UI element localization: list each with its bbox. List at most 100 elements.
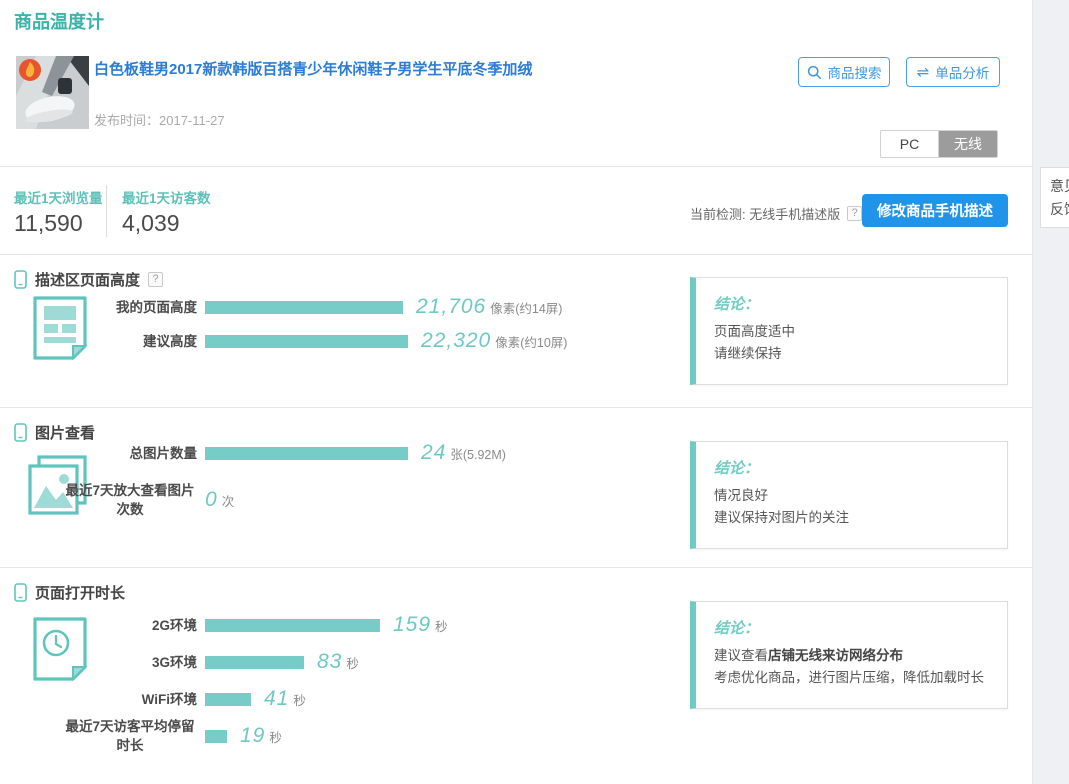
publish-label: 发布时间： [94,113,159,128]
metric-unit: 秒 [269,731,282,745]
stat-views: 最近1天浏览量 11,590 [14,187,103,237]
metric-bar [205,693,251,706]
phone-icon [14,270,27,289]
stat-divider [106,185,107,237]
conclusion-title: 结论： [714,293,989,314]
stat-visitors-label: 最近1天访客数 [122,187,211,207]
metric-unit: 秒 [435,620,448,634]
page-title: 商品温度计 [14,8,104,34]
metric-row: 总图片数量 24 张(5.92M) [0,439,660,467]
section-title: 页面打开时长 [35,582,125,603]
metric-value-group: 24 张(5.92M) [421,441,506,465]
conclusion-box: 结论： 情况良好 建议保持对图片的关注 [690,441,1008,549]
metric-label: 最近7天放大查看图片次数 [0,481,197,519]
metric-value: 21,706 [416,295,486,318]
conclusion-line: 考虑优化商品，进行图片压缩，降低加载时长 [714,667,989,689]
conclusion-line: 情况良好 [714,485,989,507]
metric-row: 建议高度 22,320 像素(约10屏) [0,327,660,355]
metric-row: 最近7天访客平均停留时长 19秒 [0,722,660,750]
exchange-arrows-icon: ⇌ [917,65,930,80]
feedback-tab-line1: 意见 [1050,175,1069,198]
metric-row: 2G环境 159 秒 [0,611,660,639]
metric-value: 83 [317,650,342,673]
conclusion-line: 请继续保持 [714,343,989,365]
help-icon[interactable]: ? [148,272,163,287]
metric-bar [205,730,227,743]
search-icon [807,65,822,80]
metric-label: 总图片数量 [0,444,197,463]
metric-unit: 秒 [346,657,359,671]
metric-label: 最近7天访客平均停留时长 [0,717,197,755]
product-thumbnail[interactable] [16,56,89,129]
metric-bar [205,335,408,348]
section-image-view: 图片查看 总图片数量 24张(5.92M) 最近7天放大查看图片次数 0次 结论… [0,407,1032,567]
conclusion-bold-text: 店铺无线来访网络分布 [768,648,903,663]
stat-views-label: 最近1天浏览量 [14,187,103,207]
metric-row: WiFi环境 41 秒 [0,685,660,713]
metric-label: 2G环境 [0,616,197,635]
metric-value-group: 22,320 像素(约10屏) [421,329,567,353]
metric-value: 19 [240,724,265,747]
metric-value-group: 19 秒 [240,724,282,748]
metric-unit: 像素(约10屏) [495,336,567,350]
publish-time: 发布时间：2017-11-27 [94,110,225,129]
metric-bar [205,619,380,632]
toggle-pc[interactable]: PC [881,131,939,157]
metric-label: WiFi环境 [0,690,197,709]
section-header: 页面打开时长 [14,582,125,603]
feedback-tab-line2: 反馈 [1050,198,1069,221]
product-search-label: 商品搜索 [828,62,882,82]
stats-row: 最近1天浏览量 11,590 最近1天访客数 4,039 当前检测: 无线手机描… [0,166,1032,254]
metric-value-group: 41 秒 [264,687,306,711]
conclusion-line: 建议查看店铺无线来访网络分布 [714,645,989,667]
conclusion-line: 页面高度适中 [714,321,989,343]
stat-visitors: 最近1天访客数 4,039 [122,187,211,237]
stat-visitors-value: 4,039 [122,210,211,237]
section-description-height: 描述区页面高度 ? 我的页面高度 21,706 像素(约14屏) 建议高度 22,… [0,254,1032,407]
metric-unit: 次 [222,495,235,509]
metric-row: 3G环境 83 秒 [0,648,660,676]
metric-value: 24 [421,441,446,464]
metric-bar [205,447,408,460]
metric-row: 我的页面高度 21,706 像素(约14屏) [0,293,660,321]
conclusion-title: 结论： [714,457,989,478]
metric-value: 0 [205,488,218,511]
metric-label: 我的页面高度 [0,298,197,317]
conclusion-title: 结论： [714,617,989,638]
product-search-button[interactable]: 商品搜索 [798,57,890,87]
metric-value: 159 [393,613,431,636]
metric-unit: 像素(约14屏) [490,302,562,316]
metric-row: 最近7天放大查看图片次数 0次 [0,486,660,514]
metric-unit: 秒 [293,694,306,708]
metric-value-group: 0次 [205,488,234,512]
metric-value: 22,320 [421,329,491,352]
metric-bar [205,301,403,314]
current-detection: 当前检测: 无线手机描述版 ? [690,204,862,223]
current-detection-label: 当前检测: 无线手机描述版 [690,204,840,223]
metric-unit: 张(5.92M) [450,448,506,462]
metric-value-group: 83 秒 [317,650,359,674]
toggle-wireless[interactable]: 无线 [939,131,997,157]
metric-value-group: 21,706 像素(约14屏) [416,295,562,319]
stat-views-value: 11,590 [14,210,103,237]
phone-icon [14,583,27,602]
single-item-analysis-button[interactable]: ⇌ 单品分析 [906,57,1000,87]
product-photo [16,56,89,129]
right-gutter [1032,0,1069,784]
conclusion-line: 建议保持对图片的关注 [714,507,989,529]
metric-label: 建议高度 [0,332,197,351]
modify-mobile-description-button[interactable]: 修改商品手机描述 [862,194,1008,227]
metric-value-group: 159 秒 [393,613,448,637]
pc-wireless-toggle: PC 无线 [880,130,998,158]
metric-bar [205,656,304,669]
section-header: 描述区页面高度 ? [14,269,163,290]
metric-label: 3G环境 [0,653,197,672]
feedback-tab[interactable]: 意见 反馈 [1040,167,1069,228]
help-icon[interactable]: ? [847,206,862,221]
conclusion-box: 结论： 页面高度适中 请继续保持 [690,277,1008,385]
publish-date: 2017-11-27 [159,113,225,128]
product-title-link[interactable]: 白色板鞋男2017新款韩版百搭青少年休闲鞋子男学生平底冬季加绒 [94,58,734,79]
single-item-analysis-label: 单品分析 [935,62,989,82]
metric-value: 41 [264,687,289,710]
section-page-open-duration: 页面打开时长 2G环境 159 秒 3G环境 83 秒 WiFi环境 41 秒 最近7… [0,567,1032,784]
